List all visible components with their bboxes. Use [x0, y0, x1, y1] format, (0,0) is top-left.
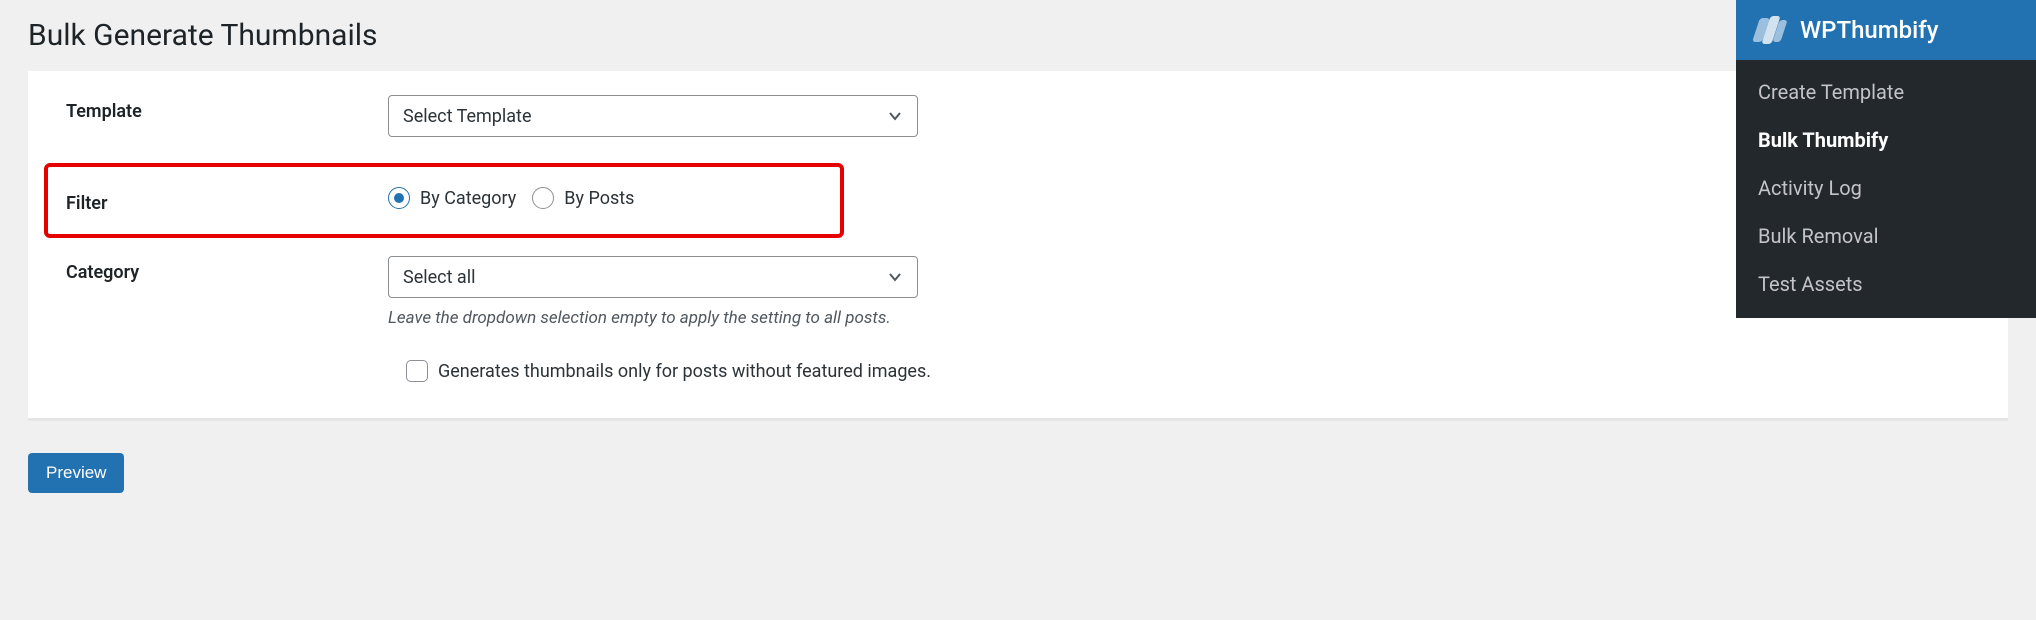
sidebar-item-bulk-removal[interactable]: Bulk Removal — [1736, 212, 2036, 260]
filter-row: Filter By Category By Posts — [44, 163, 844, 238]
only-without-featured-label[interactable]: Generates thumbnails only for posts with… — [438, 361, 931, 382]
sidebar-item-test-assets[interactable]: Test Assets — [1736, 260, 2036, 308]
chevron-down-icon — [887, 108, 903, 124]
category-select-value: Select all — [403, 267, 475, 288]
filter-by-category-label[interactable]: By Category — [420, 188, 516, 209]
page-title: Bulk Generate Thumbnails — [28, 18, 2008, 53]
page-body: Bulk Generate Thumbnails Template Select… — [0, 0, 2036, 513]
template-label: Template — [48, 95, 388, 122]
category-select[interactable]: Select all — [388, 256, 918, 298]
filter-label: Filter — [48, 187, 388, 214]
sidebar-brand[interactable]: WPThumbify — [1736, 0, 2036, 60]
only-without-featured-checkbox[interactable] — [406, 360, 428, 382]
category-help-text: Leave the dropdown selection empty to ap… — [388, 308, 918, 328]
plugin-sidebar: WPThumbify Create Template Bulk Thumbify… — [1736, 0, 2036, 318]
preview-button[interactable]: Preview — [28, 453, 124, 493]
settings-panel: Template Select Template Filter By Categ… — [28, 71, 2008, 421]
sidebar-menu: Create Template Bulk Thumbify Activity L… — [1736, 60, 2036, 318]
sidebar-item-activity-log[interactable]: Activity Log — [1736, 164, 2036, 212]
filter-by-posts-label[interactable]: By Posts — [564, 188, 634, 209]
sidebar-item-create-template[interactable]: Create Template — [1736, 68, 2036, 116]
sidebar-brand-label: WPThumbify — [1800, 16, 1939, 44]
only-without-featured-row: Generates thumbnails only for posts with… — [406, 360, 1988, 382]
brand-icon — [1756, 16, 1784, 44]
template-row: Template Select Template — [48, 95, 1988, 137]
category-row: Category Select all Leave the dropdown s… — [48, 256, 1988, 328]
sidebar-item-bulk-thumbify[interactable]: Bulk Thumbify — [1736, 116, 2036, 164]
chevron-down-icon — [887, 269, 903, 285]
template-select[interactable]: Select Template — [388, 95, 918, 137]
filter-by-posts-radio[interactable] — [532, 187, 554, 209]
template-select-value: Select Template — [403, 106, 532, 127]
category-control: Select all Leave the dropdown selection … — [388, 256, 918, 328]
category-label: Category — [48, 256, 388, 283]
template-control: Select Template — [388, 95, 918, 137]
filter-by-category-radio[interactable] — [388, 187, 410, 209]
filter-radio-group: By Category By Posts — [388, 187, 644, 209]
